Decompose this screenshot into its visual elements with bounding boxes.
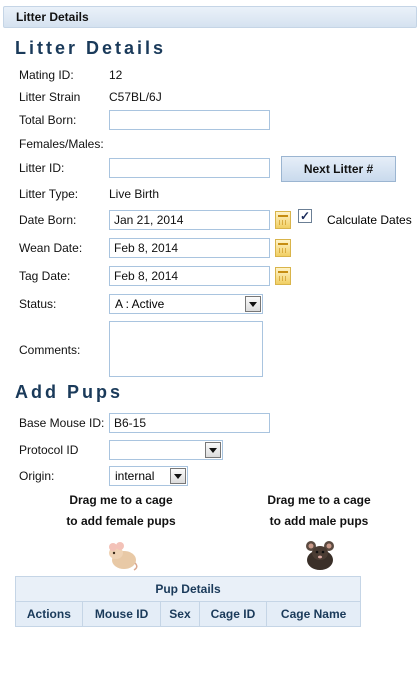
date-born-label: Date Born:: [19, 213, 77, 227]
base-mouse-id-label: Base Mouse ID:: [19, 416, 105, 430]
drag-female-line1: Drag me to a cage: [69, 493, 173, 507]
wean-date-calendar-icon[interactable]: [275, 239, 291, 257]
females-males-label: Females/Males:: [19, 137, 104, 151]
date-born-input[interactable]: Jan 21, 2014: [109, 210, 270, 230]
wean-date-label: Wean Date:: [19, 241, 83, 255]
litter-id-label: Litter ID:: [19, 161, 65, 175]
column-header-actions[interactable]: Actions: [15, 601, 83, 627]
pup-details-caption: Pup Details: [15, 576, 361, 602]
status-label: Status:: [19, 297, 57, 311]
column-header-cage-name[interactable]: Cage Name: [266, 601, 361, 627]
calculate-dates-label: Calculate Dates: [327, 213, 412, 227]
litter-type-label: Litter Type:: [19, 187, 79, 201]
litter-id-input[interactable]: [109, 158, 270, 178]
total-born-label: Total Born:: [19, 113, 77, 127]
wean-date-input[interactable]: Feb 8, 2014: [109, 238, 270, 258]
chevron-down-icon[interactable]: [245, 296, 261, 312]
comments-textarea[interactable]: [109, 321, 263, 377]
calculate-dates-checkbox[interactable]: ✓: [298, 209, 312, 223]
litter-strain-value: C57BL/6J: [109, 90, 162, 104]
status-select-value: A : Active: [115, 297, 165, 311]
mating-id-value: 12: [109, 68, 123, 82]
comments-label: Comments:: [19, 343, 81, 357]
drag-male-line1: Drag me to a cage: [267, 493, 371, 507]
panel-header: Litter Details: [3, 6, 417, 28]
litter-type-value: Live Birth: [109, 187, 160, 201]
litter-strain-label: Litter Strain: [19, 90, 81, 104]
pup-details-table: Pup Details Actions Mouse ID Sex Cage ID…: [15, 576, 361, 627]
drag-female-line2: to add female pups: [66, 514, 176, 528]
drag-male-line2: to add male pups: [269, 514, 369, 528]
protocol-id-select[interactable]: [109, 440, 223, 460]
chevron-down-icon[interactable]: [170, 468, 186, 484]
tag-date-label: Tag Date:: [19, 269, 71, 283]
tag-date-input[interactable]: Feb 8, 2014: [109, 266, 270, 286]
base-mouse-id-input[interactable]: B6-15: [109, 413, 270, 433]
origin-label: Origin:: [19, 469, 55, 483]
chevron-down-icon[interactable]: [205, 442, 221, 458]
next-litter-button[interactable]: Next Litter #: [281, 156, 396, 182]
column-header-mouse-id[interactable]: Mouse ID: [81, 601, 162, 627]
male-mouse-icon[interactable]: [302, 536, 338, 572]
litter-details-title: Litter Details: [15, 38, 167, 58]
mating-id-label: Mating ID:: [19, 68, 74, 82]
column-header-cage-id[interactable]: Cage ID: [198, 601, 268, 627]
date-born-calendar-icon[interactable]: [275, 211, 291, 229]
origin-select[interactable]: internal: [109, 466, 188, 486]
origin-select-value: internal: [115, 469, 155, 483]
tag-date-calendar-icon[interactable]: [275, 267, 291, 285]
add-pups-title: Add Pups: [15, 382, 123, 402]
column-header-sex[interactable]: Sex: [160, 601, 200, 627]
female-mouse-icon[interactable]: [104, 536, 140, 572]
status-select[interactable]: A : Active: [109, 294, 263, 314]
total-born-input[interactable]: [109, 110, 270, 130]
protocol-id-label: Protocol ID: [19, 443, 79, 457]
